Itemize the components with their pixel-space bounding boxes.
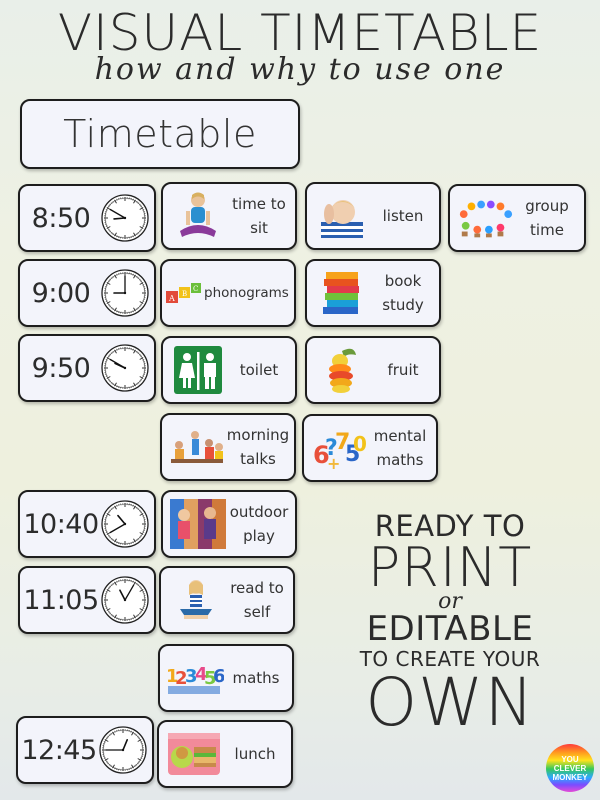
clock-icon (101, 576, 149, 624)
svg-text:A: A (168, 294, 175, 303)
activity-label: read to (230, 579, 284, 597)
activity-card-fruit: fruit (305, 336, 441, 404)
activity-label: group (525, 197, 569, 215)
promo-text: READY TO PRINT or EDITABLE TO CREATE YOU… (340, 510, 560, 736)
activity-label: fruit (387, 361, 419, 379)
abc-blocks-icon: ABC (166, 266, 204, 320)
activity-label: sit (250, 219, 268, 237)
book-stack-icon (313, 266, 371, 320)
activity-card-phonograms: ABC phonograms (160, 259, 296, 327)
clock-center (123, 598, 127, 602)
activity-label: listen (382, 207, 424, 225)
time-card: 11:05 (18, 566, 156, 634)
time-card: 10:40 (18, 490, 156, 558)
activity-card-listen: listen (305, 182, 441, 250)
activity-card-toilet: toilet (161, 336, 297, 404)
group-figures-icon (456, 191, 514, 245)
time-label: 12:45 (21, 734, 97, 766)
clock-center (123, 216, 127, 220)
time-card: 9:50 (18, 334, 156, 402)
clock-center (123, 366, 127, 370)
hour-hand (113, 217, 126, 220)
logo-text: YOU (561, 754, 579, 764)
brand-logo: YOU CLEVER MONKEY (546, 744, 594, 792)
svg-text:B: B (182, 290, 187, 298)
activity-card-read-to-self: read to self (159, 566, 295, 634)
svg-text:+: + (327, 454, 340, 471)
activity-label: maths (232, 669, 280, 687)
activity-label: study (382, 296, 424, 314)
page-subtitle: how and why to use one (94, 52, 506, 87)
clock-center (123, 291, 127, 295)
child-sitting-icon (169, 189, 227, 243)
logo-text: CLEVER (553, 763, 587, 773)
clock-icon (101, 344, 149, 392)
time-label: 8:50 (31, 202, 91, 234)
time-card: 9:00 (18, 259, 156, 327)
time-card: 8:50 (18, 184, 156, 252)
time-label: 9:50 (31, 352, 91, 384)
activity-card-group-time: group time (448, 184, 586, 252)
clock-icon (101, 500, 149, 548)
svg-text:C: C (193, 285, 198, 293)
timetable-header-label: Timetable (63, 112, 257, 156)
promo-line: PRINT (367, 536, 533, 599)
activity-card-time-to-sit: time to sit (161, 182, 297, 250)
svg-text:6: 6 (213, 666, 224, 687)
activity-label: time (530, 221, 564, 239)
promo-line: EDITABLE (366, 609, 534, 649)
time-label: 9:00 (31, 277, 91, 309)
activity-label: self (243, 603, 271, 621)
clock-center (123, 522, 127, 526)
activity-label: maths (376, 451, 424, 469)
child-reading-icon (167, 573, 225, 627)
numbers-icon: 123456 (166, 651, 224, 705)
clock-icon (101, 269, 149, 317)
time-card: 12:45 (16, 716, 154, 784)
toilet-sign-icon (169, 343, 227, 397)
fruit-icon (313, 343, 371, 397)
number-shapes-icon: 6? 7 5 0 + (310, 421, 368, 475)
activity-card-maths: 123456 maths (158, 644, 294, 712)
activity-card-lunch: lunch (157, 720, 293, 788)
clock-icon (101, 194, 149, 242)
activity-label: book (384, 272, 422, 290)
lunchbox-icon (165, 727, 223, 781)
time-label: 10:40 (23, 508, 99, 540)
children-playing-icon (169, 497, 227, 551)
clock-icon (99, 726, 147, 774)
activity-label: outdoor (229, 503, 289, 521)
children-talking-icon (168, 420, 226, 474)
activity-card-book-study: book study (305, 259, 441, 327)
clock-center (121, 748, 125, 752)
logo-text: MONKEY (552, 772, 588, 782)
activity-card-outdoor-play: outdoor play (161, 490, 297, 558)
activity-label: lunch (234, 745, 276, 763)
activity-label: talks (240, 450, 276, 468)
activity-card-morning-talks: morning talks (160, 413, 296, 481)
activity-label: phonograms (204, 285, 289, 301)
svg-text:0: 0 (353, 432, 367, 456)
activity-label: morning (226, 426, 290, 444)
timetable-header-card: Timetable (20, 99, 300, 169)
child-listening-icon (313, 189, 371, 243)
activity-card-mental-maths: 6? 7 5 0 + mental maths (302, 414, 438, 482)
activity-label: time to (232, 195, 286, 213)
activity-label: play (243, 527, 275, 545)
promo-line: OWN (365, 664, 535, 741)
activity-label: toilet (239, 361, 279, 379)
activity-label: mental (373, 427, 427, 445)
time-label: 11:05 (23, 584, 99, 616)
